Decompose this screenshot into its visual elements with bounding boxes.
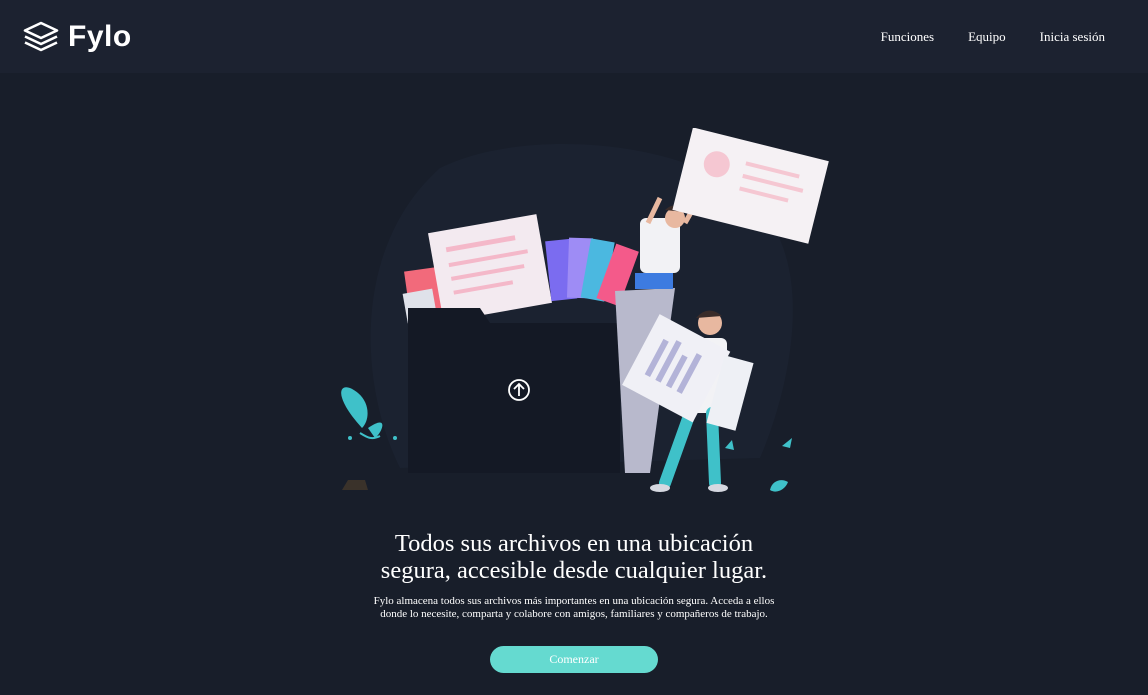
hero-headline: Todos sus archivos en una ubicación segu… <box>324 530 824 584</box>
site-header: Fylo Funciones Equipo Inicia sesión <box>0 0 1148 73</box>
dot-2 <box>393 436 397 440</box>
logo-text: Fylo <box>68 19 132 53</box>
small-leaf-3 <box>770 480 788 492</box>
main-nav: Funciones Equipo Inicia sesión <box>881 29 1105 45</box>
folder-back <box>408 308 620 473</box>
document-sheet <box>428 214 552 322</box>
nav-link-features[interactable]: Funciones <box>881 29 934 45</box>
rock <box>342 480 368 490</box>
logo[interactable]: Fylo <box>22 20 132 54</box>
nav-link-signin[interactable]: Inicia sesión <box>1040 29 1105 45</box>
hero-description: Fylo almacena todos sus archivos más imp… <box>324 595 824 621</box>
get-started-button[interactable]: Comenzar <box>490 646 658 673</box>
description-line-2: donde lo necesite, comparta y colabore c… <box>380 608 768 620</box>
description-line-1: Fylo almacena todos sus archivos más imp… <box>373 595 775 607</box>
dot-1 <box>348 436 352 440</box>
logo-layers-icon <box>23 21 59 51</box>
headline-line-2: segura, accesible desde cualquier lugar. <box>380 557 768 584</box>
nav-link-team[interactable]: Equipo <box>968 29 1006 45</box>
small-leaf-2 <box>782 438 792 448</box>
headline-line-1: Todos sus archivos en una ubicación <box>394 530 754 557</box>
hero-illustration <box>341 128 829 492</box>
